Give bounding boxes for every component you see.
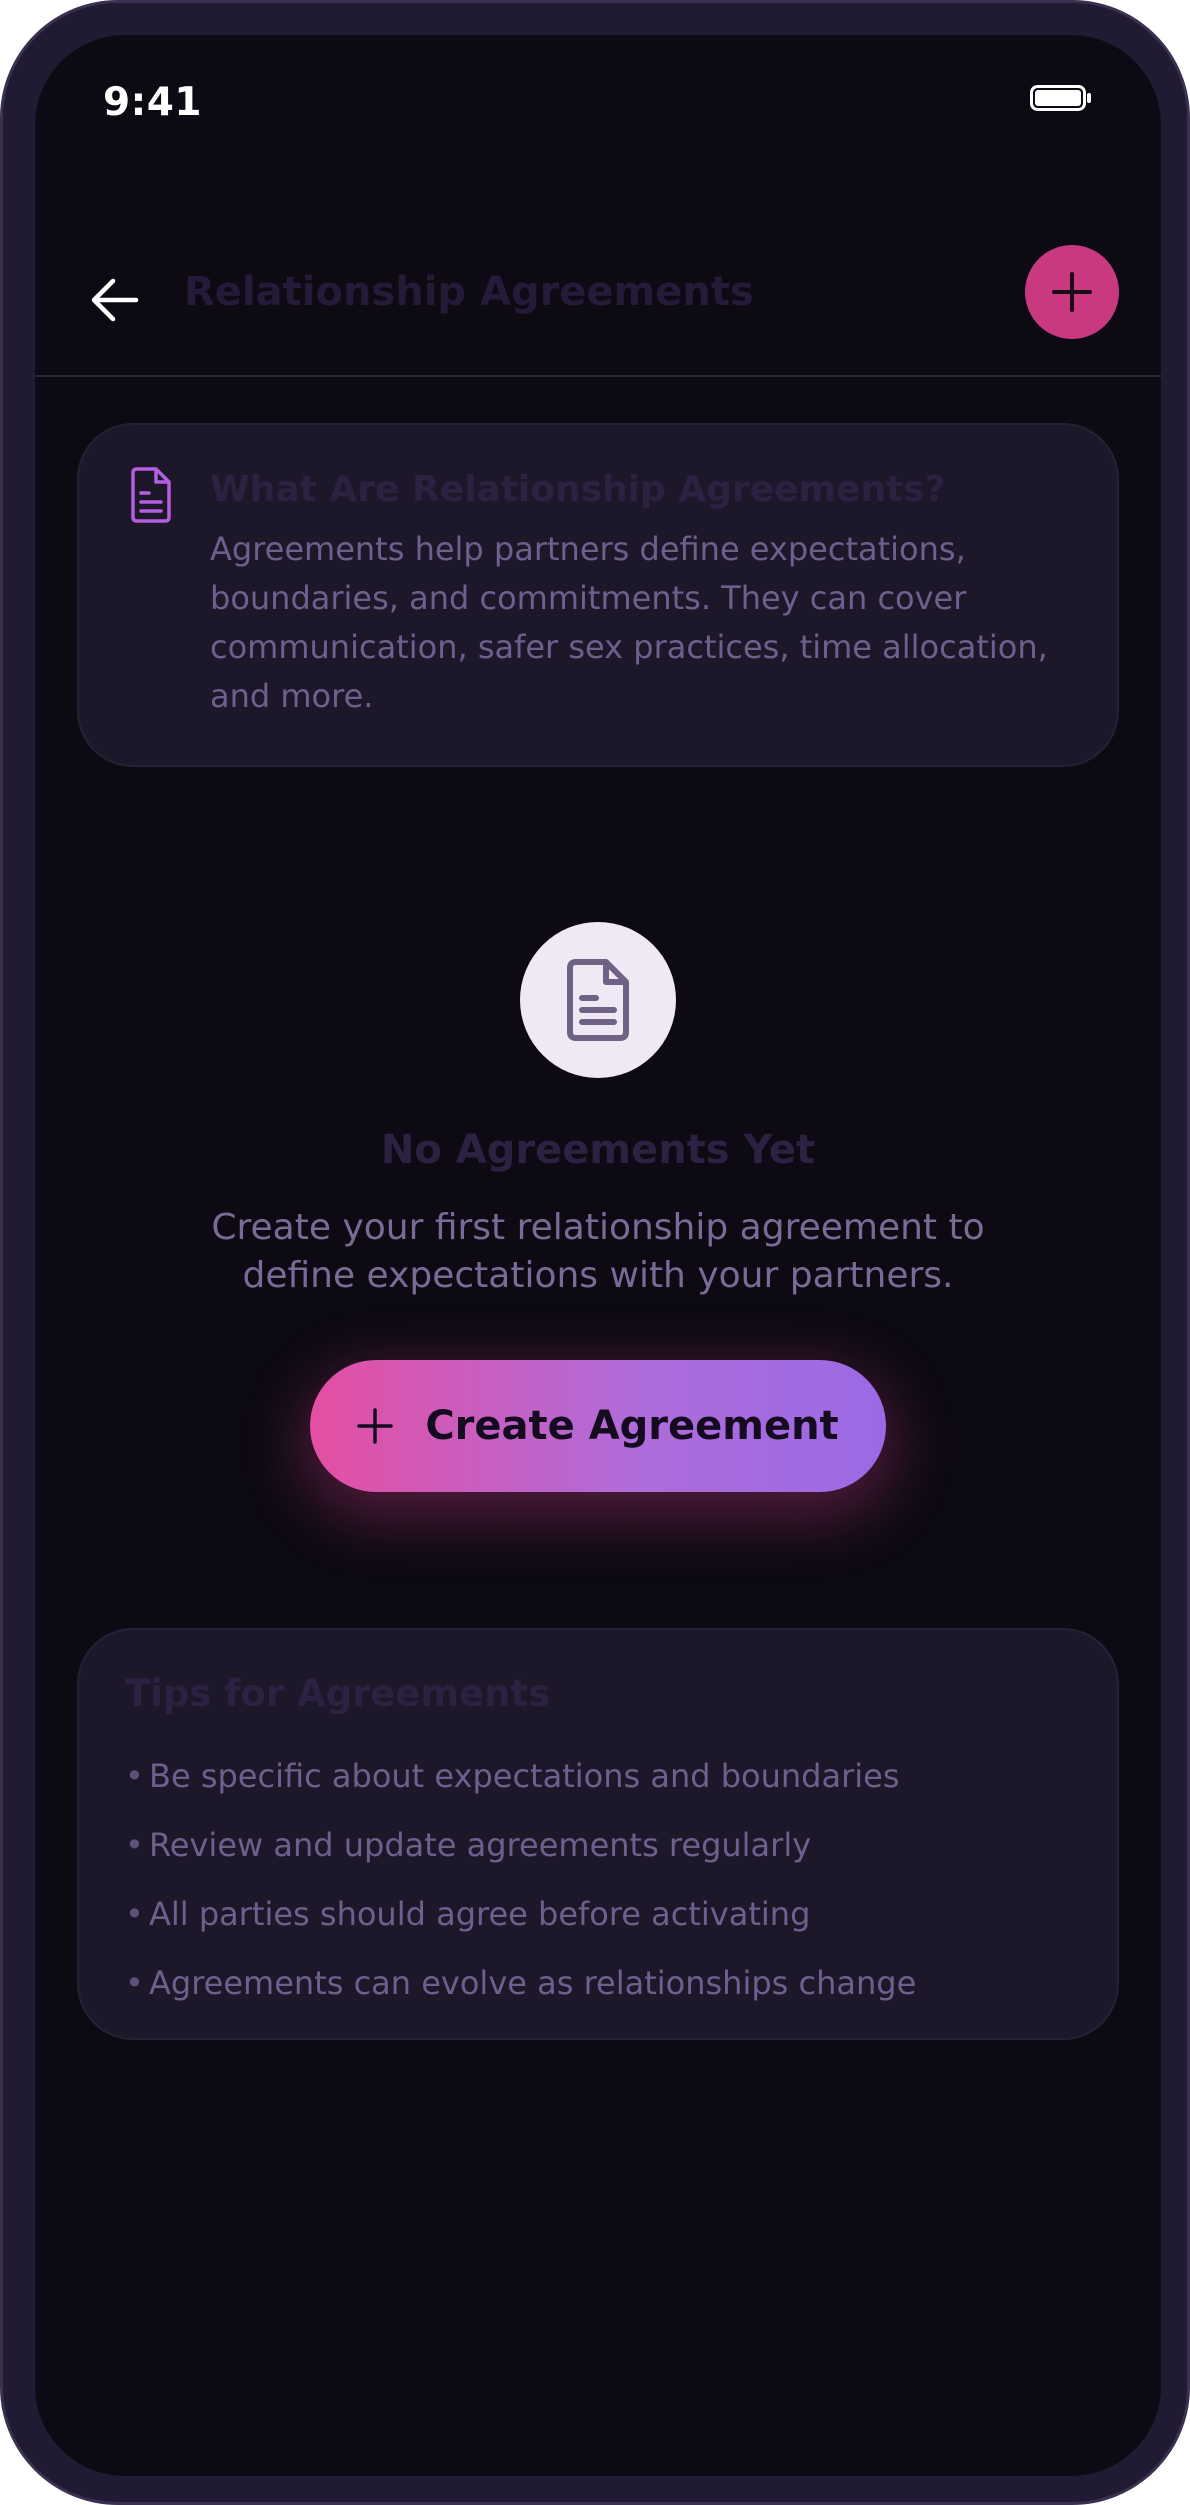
tips-card: Tips for Agreements • Be specific about e… — [77, 1628, 1119, 2040]
plus-icon — [1052, 272, 1092, 312]
tip-item: • Agreements can evolve as relationships … — [125, 1949, 916, 2018]
tip-item: • Be specific about expectations and boun… — [125, 1742, 916, 1811]
info-card-body: Agreements help partners define expectat… — [210, 530, 1048, 715]
create-agreement-button[interactable]: Create Agreement — [310, 1360, 886, 1492]
header-divider — [35, 375, 1161, 377]
tip-text: Review and update agreements regularly — [149, 1826, 812, 1864]
app-screen: 9:41 Relationship Agreements What Are Re… — [35, 35, 1161, 2476]
info-card: What Are Relationship Agreements? Agreem… — [77, 423, 1119, 767]
tips-list: • Be specific about expectations and boun… — [125, 1742, 916, 2018]
status-time: 9:41 — [103, 80, 203, 125]
tip-text: Agreements can evolve as relationships c… — [149, 1964, 917, 2002]
tip-text: All parties should agree before activati… — [149, 1895, 811, 1933]
tip-text: Be specific about expectations and bound… — [149, 1757, 900, 1795]
tip-bullet: • — [125, 1757, 144, 1795]
info-card-title: What Are Relationship Agreements? — [210, 469, 946, 510]
create-agreement-label: Create Agreement — [425, 1403, 839, 1449]
arrow-left-icon — [91, 278, 139, 322]
document-icon — [131, 467, 171, 523]
battery-full-icon — [1030, 85, 1091, 111]
plus-icon — [357, 1408, 394, 1444]
empty-state-icon-container — [520, 922, 676, 1078]
empty-state-description: Create your first relationship agreement… — [211, 1207, 985, 1296]
add-agreement-button[interactable] — [1025, 245, 1119, 339]
tip-item: • All parties should agree before activat… — [125, 1880, 916, 1949]
page-title: Relationship Agreements — [184, 269, 754, 315]
tips-title: Tips for Agreements — [125, 1672, 551, 1715]
device-frame: 9:41 Relationship Agreements What Are Re… — [0, 0, 1190, 2505]
document-icon — [567, 959, 629, 1041]
tip-bullet: • — [125, 1964, 144, 2002]
tip-bullet: • — [125, 1895, 144, 1933]
tip-bullet: • — [125, 1826, 144, 1864]
empty-state-title: No Agreements Yet — [380, 1127, 816, 1173]
back-button[interactable] — [75, 260, 155, 340]
tip-item: • Review and update agreements regularly — [125, 1811, 916, 1880]
